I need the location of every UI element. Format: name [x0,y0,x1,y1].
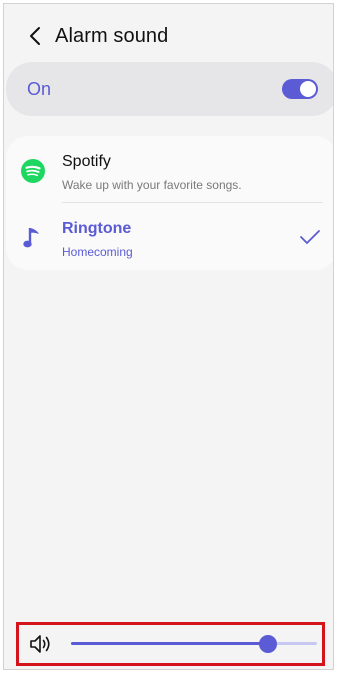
music-note-icon [20,225,46,251]
ringtone-title: Ringtone [62,220,132,237]
volume-slider-thumb[interactable] [258,635,277,653]
ringtone-subtitle: Homecoming [62,245,133,259]
back-button[interactable] [20,21,50,51]
master-toggle-switch[interactable] [282,79,318,99]
sound-options-list: Spotify Wake up with your favorite songs… [6,136,333,270]
spotify-title: Spotify [62,153,111,170]
list-item-spotify[interactable]: Spotify Wake up with your favorite songs… [6,140,333,202]
divider [62,202,323,203]
volume-slider-fill [71,642,268,645]
speaker-icon[interactable] [28,633,54,655]
top-bar: Alarm sound [4,16,333,56]
page-title: Alarm sound [55,24,169,47]
spotify-icon [20,158,46,184]
screen: Alarm sound On Spotify Wake up with your… [3,3,334,670]
master-toggle-label: On [27,78,52,99]
master-toggle-row[interactable]: On [6,62,333,116]
volume-control [16,622,325,666]
list-item-ringtone[interactable]: Ringtone Homecoming [6,206,333,268]
toggle-knob [300,81,316,97]
spotify-subtitle: Wake up with your favorite songs. [62,178,242,192]
volume-slider[interactable] [71,635,317,653]
checkmark-icon [299,228,321,246]
chevron-left-icon [30,27,40,45]
